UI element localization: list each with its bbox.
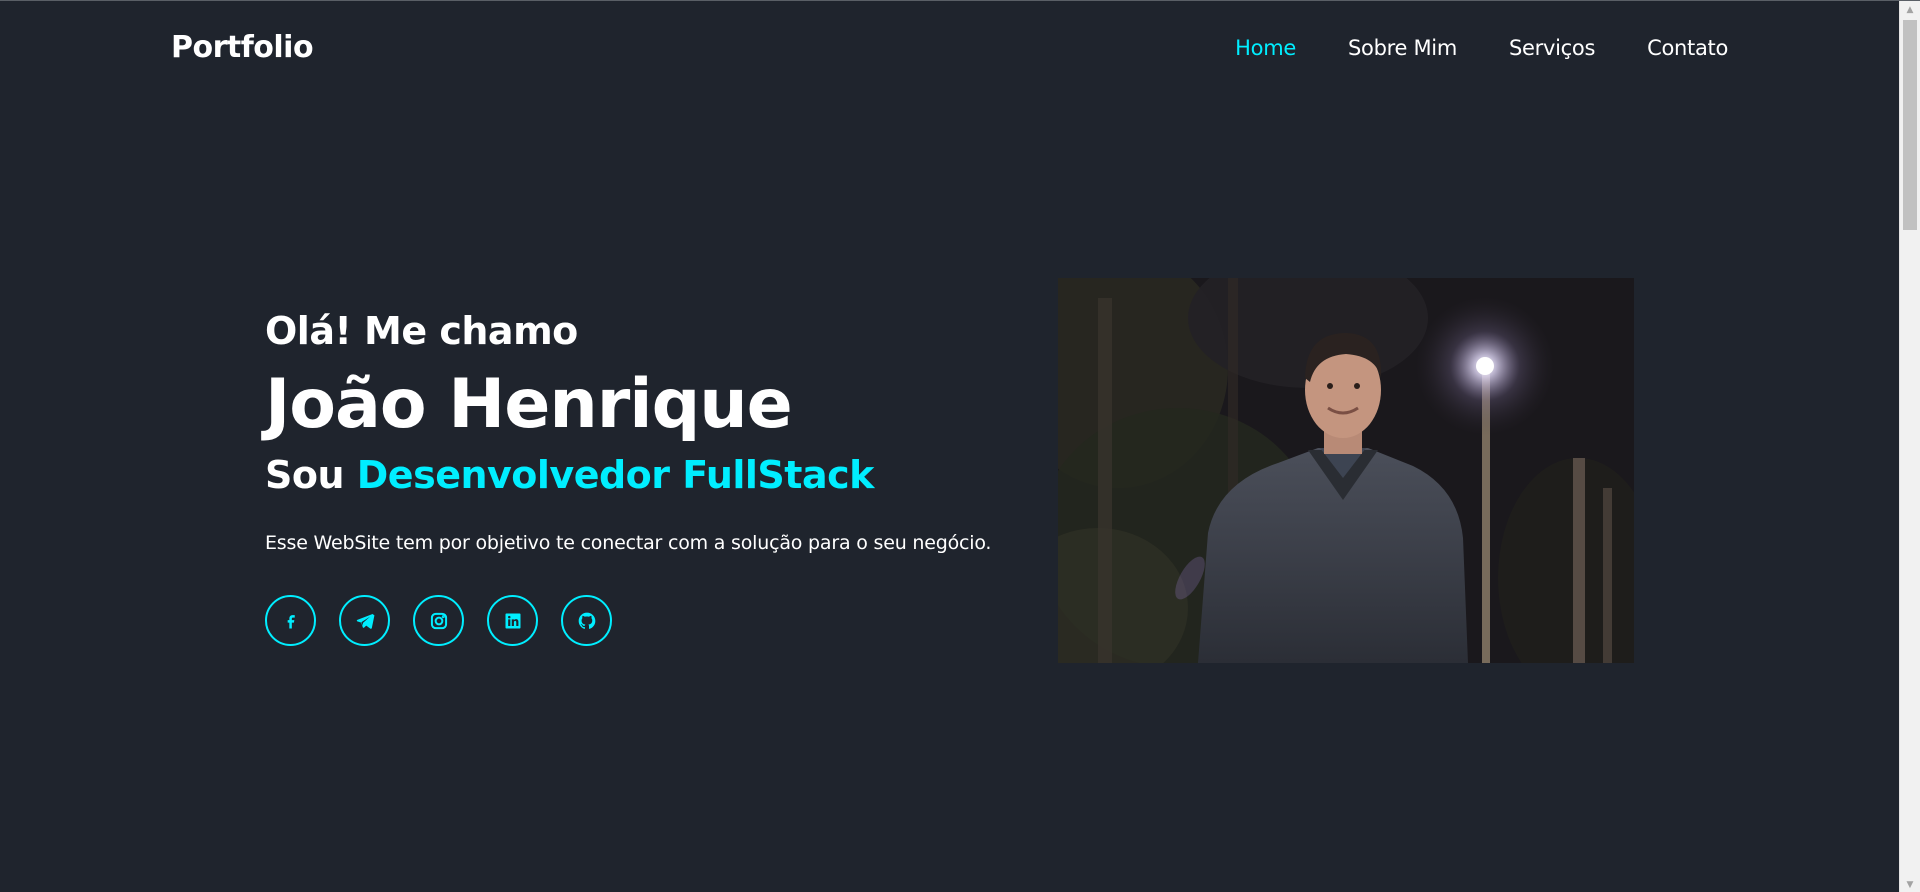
nav-servicos[interactable]: Serviços: [1509, 36, 1595, 60]
telegram-link[interactable]: [339, 595, 390, 646]
hero-name: João Henrique: [265, 365, 793, 444]
instagram-icon: [429, 611, 449, 631]
instagram-link[interactable]: [413, 595, 464, 646]
scroll-down-arrow-icon[interactable]: ▼: [1900, 876, 1920, 892]
hero-greeting: Olá! Me chamo: [265, 309, 578, 353]
facebook-icon: [281, 611, 301, 631]
linkedin-icon: [503, 611, 523, 631]
nav-contato[interactable]: Contato: [1647, 36, 1728, 60]
hero-description: Esse WebSite tem por objetivo te conecta…: [265, 532, 992, 554]
logo-link[interactable]: Portfolio: [171, 30, 314, 65]
telegram-icon: [355, 611, 375, 631]
nav-home[interactable]: Home: [1235, 36, 1296, 60]
role-highlight: Desenvolvedor FullStack: [356, 453, 875, 497]
site-header: Portfolio Home Sobre Mim Serviços Contat…: [0, 1, 1899, 99]
profile-photo-illustration: [1058, 278, 1634, 663]
nav-sobre-mim[interactable]: Sobre Mim: [1348, 36, 1457, 60]
social-links: [265, 595, 1025, 646]
vertical-scrollbar[interactable]: ▲ ▼: [1899, 1, 1920, 892]
linkedin-link[interactable]: [487, 595, 538, 646]
facebook-link[interactable]: [265, 595, 316, 646]
page: Portfolio Home Sobre Mim Serviços Contat…: [0, 0, 1920, 892]
profile-photo: [1058, 278, 1634, 663]
scrollbar-thumb[interactable]: [1903, 20, 1917, 230]
main-nav: Home Sobre Mim Serviços Contato: [1235, 36, 1728, 60]
scroll-up-arrow-icon[interactable]: ▲: [1900, 1, 1920, 18]
github-icon: [577, 611, 597, 631]
hero-content: Olá! Me chamo João Henrique Sou Desenvol…: [265, 307, 1025, 646]
github-link[interactable]: [561, 595, 612, 646]
role-prefix: Sou: [265, 453, 357, 497]
hero-role: Sou Desenvolvedor FullStack: [265, 451, 1025, 499]
